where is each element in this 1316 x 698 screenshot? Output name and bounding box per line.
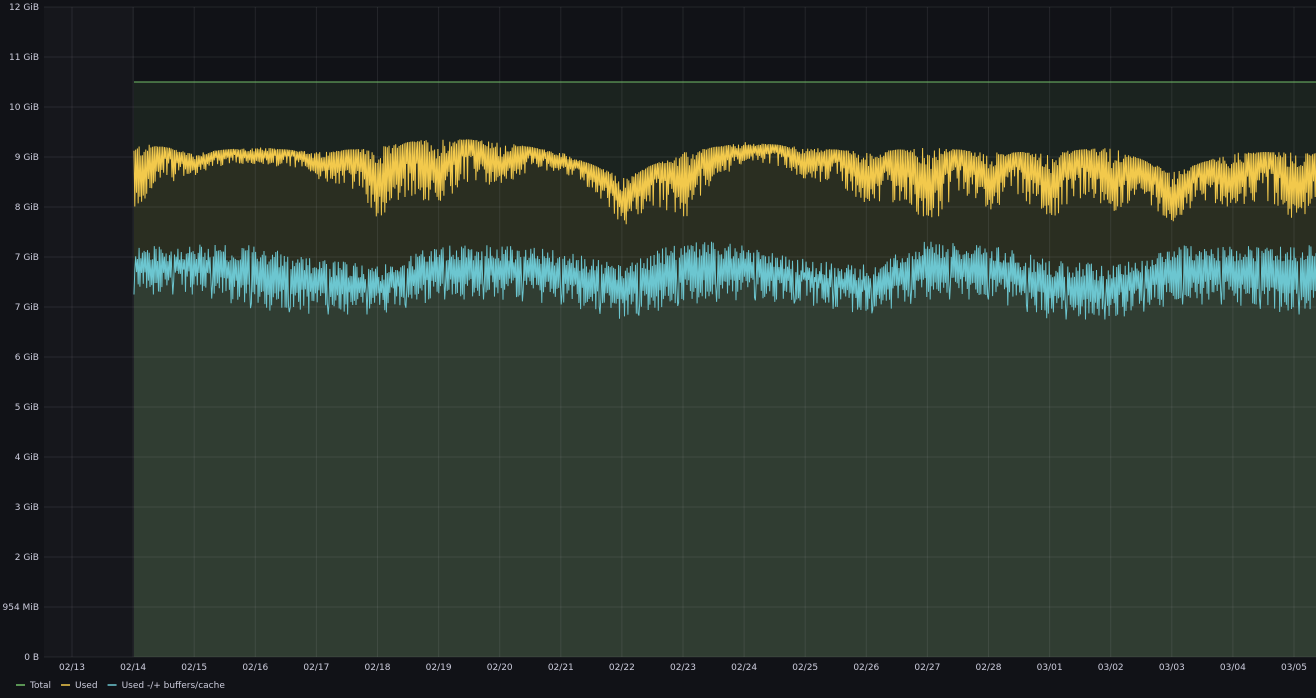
- x-tick-label: 02/13: [59, 663, 85, 673]
- y-tick-label: 4 GiB: [15, 453, 39, 463]
- x-tick-label: 03/05: [1281, 663, 1307, 673]
- y-tick-label: 2 GiB: [15, 553, 39, 563]
- x-tick-label: 02/17: [303, 663, 329, 673]
- x-tick-label: 02/14: [120, 663, 146, 673]
- y-tick-label: 11 GiB: [9, 53, 39, 63]
- legend[interactable]: Total Used Used -/+ buffers/cache: [16, 681, 225, 691]
- no-data-band: [44, 7, 134, 657]
- x-tick-label: 02/16: [242, 663, 268, 673]
- x-axis-ticks: 02/13 02/14 02/15 02/16 02/17 02/18 02/19 02/20…: [59, 663, 1307, 673]
- y-tick-label: 10 GiB: [9, 103, 39, 113]
- x-tick-label: 02/15: [181, 663, 207, 673]
- legend-label: Used -/+ buffers/cache: [122, 681, 226, 691]
- legend-label: Total: [29, 681, 51, 691]
- x-tick-label: 02/25: [792, 663, 818, 673]
- x-tick-label: 02/19: [426, 663, 452, 673]
- y-tick-label: 12 GiB: [9, 3, 39, 13]
- used-buffers-area: [134, 241, 1316, 658]
- x-tick-label: 03/02: [1098, 663, 1124, 673]
- x-tick-label: 03/01: [1037, 663, 1063, 673]
- area-layer: [44, 7, 1316, 658]
- y-tick-label: 7 GiB: [15, 253, 39, 263]
- legend-item[interactable]: Used -/+ buffers/cache: [107, 681, 226, 691]
- y-tick-label: 6 GiB: [15, 353, 39, 363]
- x-tick-label: 02/20: [487, 663, 513, 673]
- y-tick-label: 9 GiB: [15, 153, 39, 163]
- y-tick-label: 8 GiB: [15, 203, 39, 213]
- y-tick-label: 0 B: [24, 653, 39, 663]
- x-tick-label: 02/21: [548, 663, 574, 673]
- y-tick-label: 5 GiB: [15, 403, 39, 413]
- x-tick-label: 03/03: [1159, 663, 1185, 673]
- x-tick-label: 02/26: [853, 663, 879, 673]
- x-tick-label: 02/27: [914, 663, 940, 673]
- y-tick-label: 3 GiB: [15, 503, 39, 513]
- legend-label: Used: [75, 681, 98, 691]
- x-tick-label: 03/04: [1220, 663, 1246, 673]
- memory-chart: 0 B 954 MiB 2 GiB 3 GiB 4 GiB 5 GiB 6 GiB 7 GiB…: [0, 0, 1316, 698]
- x-tick-label: 02/23: [670, 663, 696, 673]
- x-tick-label: 02/18: [365, 663, 391, 673]
- x-tick-label: 02/28: [976, 663, 1002, 673]
- x-tick-label: 02/22: [609, 663, 635, 673]
- y-tick-label: 7 GiB: [15, 303, 39, 313]
- y-tick-label: 954 MiB: [3, 603, 39, 613]
- x-tick-label: 02/24: [731, 663, 757, 673]
